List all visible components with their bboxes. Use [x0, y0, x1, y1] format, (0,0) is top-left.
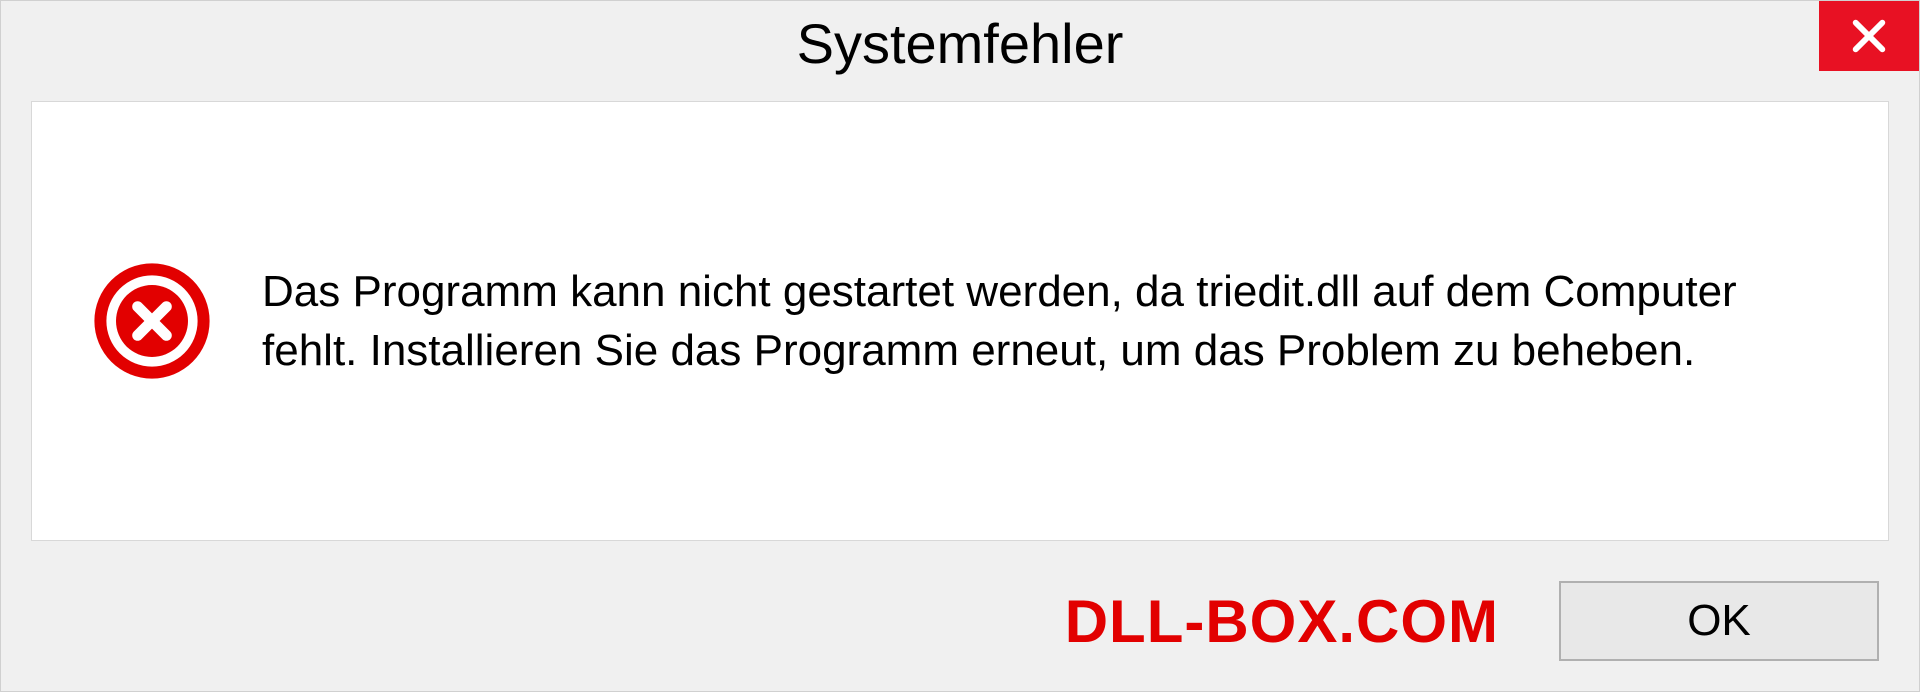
dialog-title: Systemfehler [797, 11, 1124, 76]
ok-button[interactable]: OK [1559, 581, 1879, 661]
watermark-text: DLL-BOX.COM [1065, 587, 1499, 656]
error-dialog: Systemfehler Das Programm kann nicht ges… [0, 0, 1920, 692]
content-area: Das Programm kann nicht gestartet werden… [31, 101, 1889, 541]
close-icon [1849, 16, 1889, 56]
close-button[interactable] [1819, 1, 1919, 71]
error-message: Das Programm kann nicht gestartet werden… [262, 262, 1828, 381]
titlebar: Systemfehler [1, 1, 1919, 91]
footer: DLL-BOX.COM OK [1, 561, 1919, 691]
error-icon [92, 261, 212, 381]
